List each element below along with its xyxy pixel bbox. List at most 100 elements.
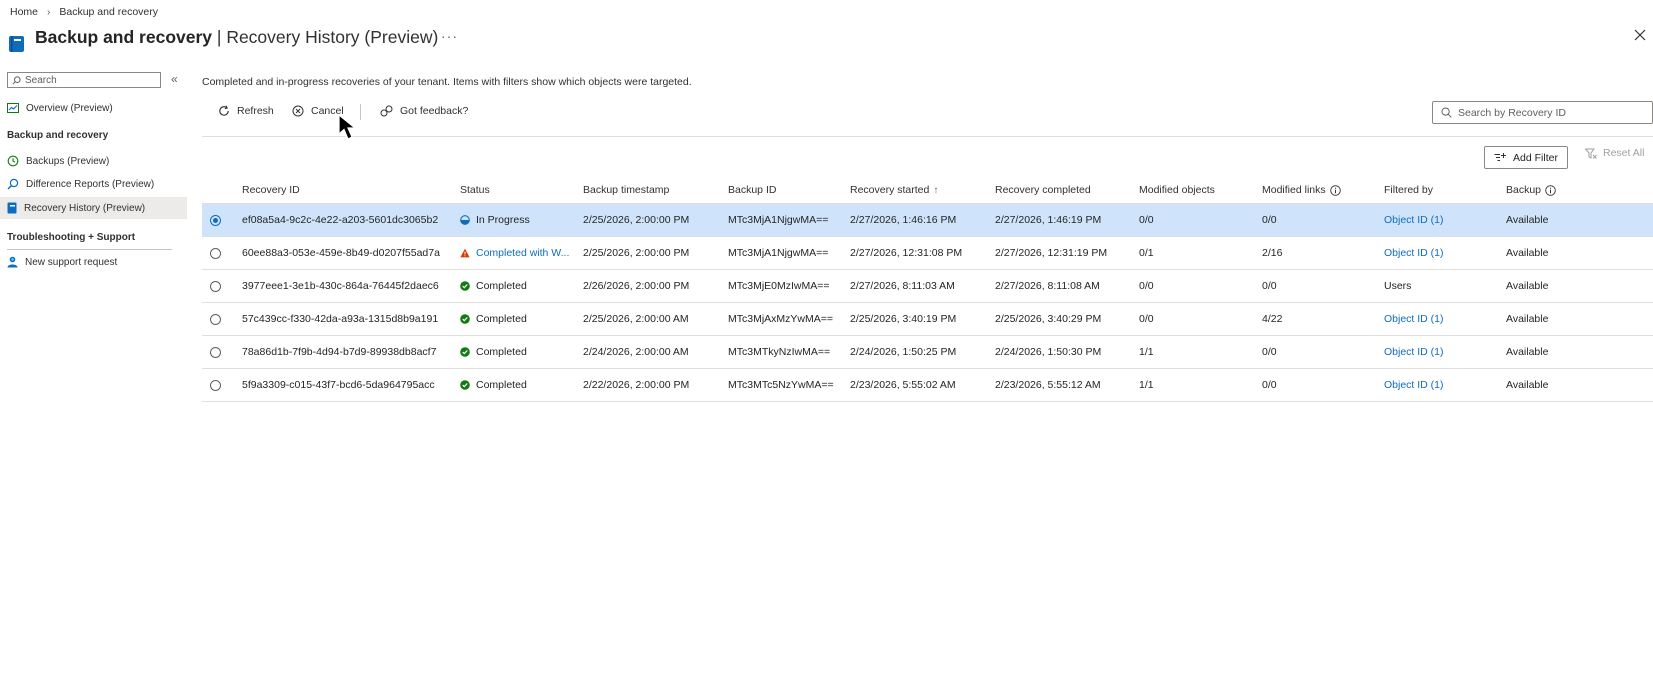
- column-header-recovery-id[interactable]: Recovery ID: [242, 184, 300, 196]
- row-select-radio[interactable]: [210, 313, 221, 325]
- filtered-by-cell: Users: [1384, 270, 1411, 302]
- reset-all-button[interactable]: Reset All: [1585, 147, 1644, 159]
- column-header-label: Recovery started: [850, 184, 930, 196]
- recovery-id-cell: ef08a5a4-9c2c-4e22-a203-5601dc3065b2: [242, 214, 439, 226]
- row-select-radio[interactable]: [210, 247, 221, 259]
- column-header-backup-timestamp[interactable]: Backup timestamp: [583, 184, 669, 196]
- sidebar-item-label: Recovery History (Preview): [24, 202, 146, 214]
- warning-icon: [460, 248, 470, 258]
- modified-links-cell: 0/0: [1262, 379, 1277, 391]
- row-select-radio[interactable]: [210, 280, 221, 292]
- status-cell: Completed: [460, 369, 578, 401]
- feedback-label: Got feedback?: [400, 105, 469, 117]
- filtered-by-link[interactable]: Object ID (1): [1384, 346, 1444, 358]
- sidebar-item-backups[interactable]: Backups (Preview): [0, 150, 187, 172]
- status-text[interactable]: Completed with W...: [476, 247, 569, 259]
- filtered-by-cell: Object ID (1): [1384, 369, 1444, 401]
- row-select-radio[interactable]: [210, 379, 221, 391]
- backup-availability-cell: Available: [1506, 379, 1549, 391]
- backup-availability-cell: Available: [1506, 346, 1549, 358]
- add-filter-icon: [1494, 153, 1507, 161]
- sidebar-search-field[interactable]: [7, 72, 161, 88]
- table-row[interactable]: 5f9a3309-c015-43f7-bcd6-5da964795acc Comp…: [202, 369, 1653, 402]
- completed-check-icon: [460, 314, 470, 324]
- backup-timestamp-cell: 2/25/2026, 2:00:00 AM: [583, 313, 689, 325]
- sidebar-item-recovery-history[interactable]: Recovery History (Preview): [0, 197, 187, 219]
- sidebar-item-new-support-request[interactable]: New support request: [0, 251, 187, 273]
- column-header-modified-links[interactable]: Modified links: [1262, 184, 1341, 196]
- backup-id-cell: MTc3MjA1NjgwMA==: [728, 214, 829, 226]
- row-select-cell: [210, 204, 221, 236]
- filtered-by-link[interactable]: Object ID (1): [1384, 379, 1444, 391]
- sidebar-search-input[interactable]: [25, 74, 145, 86]
- column-header-status[interactable]: Status: [460, 184, 490, 196]
- row-select-cell: [210, 303, 221, 335]
- recovery-id-cell: 78a86d1b-7f9b-4d94-b7d9-89938db8acf7: [242, 346, 437, 358]
- recovery-id-cell: 3977eee1-3e1b-430c-864a-76445f2daec6: [242, 280, 439, 292]
- close-icon[interactable]: [1632, 27, 1648, 43]
- book-icon: [9, 36, 24, 52]
- filtered-by-cell: Object ID (1): [1384, 336, 1444, 368]
- column-header-backup-id[interactable]: Backup ID: [728, 184, 776, 196]
- backup-id-cell: MTc3MjA1NjgwMA==: [728, 247, 829, 259]
- sidebar-item-difference-reports[interactable]: Difference Reports (Preview): [0, 173, 187, 195]
- recovery-completed-cell: 2/23/2026, 5:55:12 AM: [995, 379, 1101, 391]
- sidebar-item-label: Backups (Preview): [26, 155, 110, 167]
- sidebar-item-label: Difference Reports (Preview): [26, 178, 155, 190]
- filtered-by-link[interactable]: Object ID (1): [1384, 214, 1444, 226]
- backup-id-cell: MTc3MjE0MzIwMA==: [728, 280, 830, 292]
- sidebar-item-overview[interactable]: Overview (Preview): [0, 97, 187, 119]
- backup-availability-cell: Available: [1506, 280, 1549, 292]
- breadcrumb-current[interactable]: Backup and recovery: [59, 6, 158, 18]
- table-row[interactable]: 57c439cc-f330-42da-a93a-1315d8b9a191 Comp…: [202, 303, 1653, 336]
- status-cell: In Progress: [460, 204, 578, 236]
- row-select-radio[interactable]: [210, 346, 221, 358]
- info-icon[interactable]: [1329, 184, 1341, 196]
- filtered-by-link[interactable]: Object ID (1): [1384, 247, 1444, 259]
- column-header-label: Backup: [1506, 184, 1542, 196]
- column-header-recovery-started[interactable]: Recovery started ↑: [850, 184, 938, 196]
- feedback-icon: [380, 105, 393, 117]
- row-select-cell: [210, 237, 221, 269]
- column-header-recovery-completed[interactable]: Recovery completed: [995, 184, 1091, 196]
- status-cell: Completed: [460, 270, 578, 302]
- add-filter-button[interactable]: Add Filter: [1484, 146, 1568, 169]
- column-header-label: Backup ID: [728, 184, 777, 196]
- completed-check-icon: [460, 281, 470, 291]
- backup-timestamp-cell: 2/22/2026, 2:00:00 PM: [583, 379, 690, 391]
- collapse-sidebar-icon[interactable]: «: [171, 72, 178, 86]
- cancel-button[interactable]: Cancel: [292, 105, 344, 117]
- refresh-button[interactable]: Refresh: [218, 105, 274, 117]
- person-support-icon: [7, 256, 18, 268]
- row-select-cell: [210, 336, 221, 368]
- search-icon: [12, 75, 21, 85]
- recovery-id-search-field[interactable]: [1432, 101, 1653, 124]
- column-header-label: Backup timestamp: [583, 184, 670, 196]
- table-row[interactable]: 78a86d1b-7f9b-4d94-b7d9-89938db8acf7 Comp…: [202, 336, 1653, 369]
- modified-links-cell: 0/0: [1262, 346, 1277, 358]
- column-header-backup[interactable]: Backup: [1506, 184, 1556, 196]
- feedback-button[interactable]: Got feedback?: [380, 105, 468, 117]
- info-icon[interactable]: [1545, 184, 1556, 196]
- more-options-button[interactable]: ···: [441, 28, 458, 44]
- column-header-label: Recovery completed: [995, 184, 1091, 196]
- status-cell: Completed with W...: [460, 237, 578, 269]
- status-text: Completed: [476, 346, 527, 358]
- column-header-modified-objects[interactable]: Modified objects: [1139, 184, 1215, 196]
- table-row[interactable]: 3977eee1-3e1b-430c-864a-76445f2daec6 Comp…: [202, 270, 1653, 303]
- completed-check-icon: [460, 347, 470, 357]
- modified-links-cell: 4/22: [1262, 313, 1283, 325]
- row-select-radio[interactable]: [210, 214, 221, 226]
- breadcrumb-home[interactable]: Home: [10, 6, 38, 18]
- table-row[interactable]: ef08a5a4-9c2c-4e22-a203-5601dc3065b2 In P…: [202, 204, 1653, 237]
- backup-timestamp-cell: 2/25/2026, 2:00:00 PM: [583, 214, 690, 226]
- column-header-filtered-by[interactable]: Filtered by: [1384, 184, 1433, 196]
- backup-timestamp-cell: 2/26/2026, 2:00:00 PM: [583, 280, 690, 292]
- table-row[interactable]: 60ee88a3-053e-459e-8b49-d0207f55ad7a Comp…: [202, 237, 1653, 270]
- backup-timestamp-cell: 2/24/2026, 2:00:00 AM: [583, 346, 689, 358]
- refresh-label: Refresh: [237, 105, 274, 117]
- filtered-by-link[interactable]: Object ID (1): [1384, 313, 1444, 325]
- recovery-id-cell: 57c439cc-f330-42da-a93a-1315d8b9a191: [242, 313, 439, 325]
- recovery-id-search-input[interactable]: [1458, 106, 1638, 119]
- chevron-right-icon: ›: [47, 6, 51, 18]
